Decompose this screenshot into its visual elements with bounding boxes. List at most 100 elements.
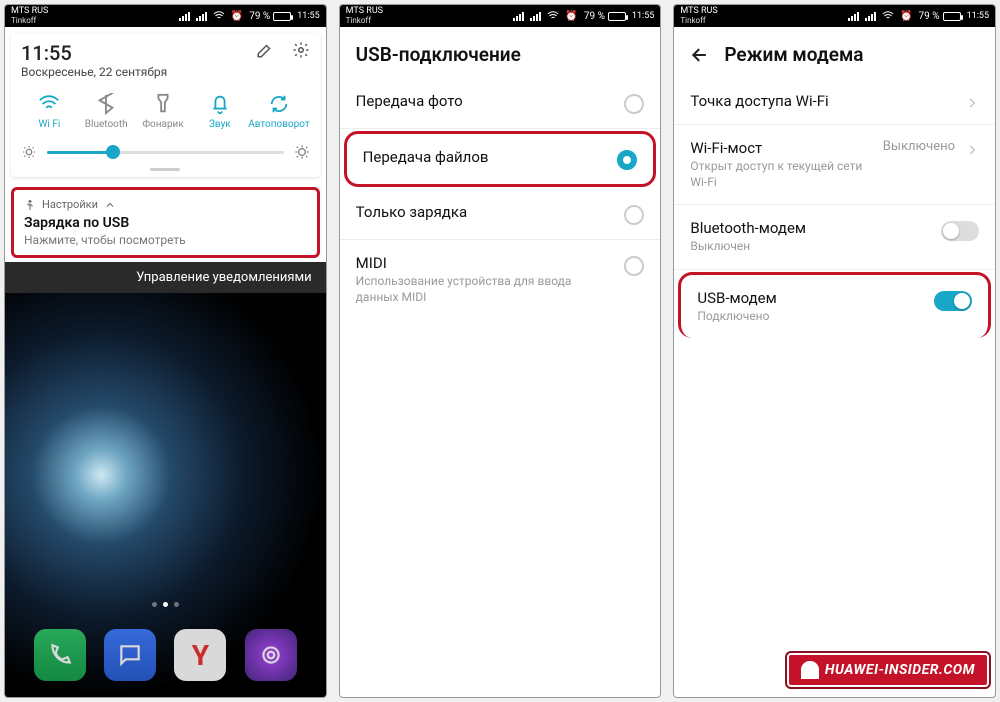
rotate-icon <box>268 93 290 115</box>
signal-icon-2 <box>530 12 541 21</box>
row-sublabel: Открыт доступ к текущей сети Wi-Fi <box>690 159 872 190</box>
signal-icon <box>179 12 190 21</box>
brightness-slider[interactable] <box>47 151 284 154</box>
brightness-slider-row <box>21 144 310 160</box>
notif-title: Зарядка по USB <box>24 215 307 231</box>
row-label: Только зарядка <box>356 203 615 221</box>
row-midi[interactable]: MIDI Использование устройства для ввода … <box>340 240 661 319</box>
chevron-up-icon <box>104 199 116 211</box>
notif-subtitle: Нажмите, чтобы посмотреть <box>24 233 307 247</box>
row-file-transfer[interactable]: Передача файлов <box>344 131 657 187</box>
battery-percent: 79 % <box>249 11 270 22</box>
phone-screen-1: MTS RUS Tinkoff ⏰ 79 % 11:55 11:55 Воскр… <box>4 4 327 698</box>
page-indicator <box>5 602 326 607</box>
camera-app-icon[interactable] <box>245 629 297 681</box>
qs-flashlight-label: Фонарик <box>142 119 183 130</box>
screen-header: USB-подключение <box>340 27 661 78</box>
radio-unchecked[interactable] <box>624 205 644 225</box>
alarm-icon: ⏰ <box>900 11 912 22</box>
qs-wifi[interactable]: Wi Fi <box>21 93 78 130</box>
edit-icon[interactable] <box>256 41 274 59</box>
chevron-right-icon <box>965 143 979 157</box>
page-title: USB-подключение <box>356 43 521 66</box>
row-photo-transfer[interactable]: Передача фото <box>340 78 661 129</box>
row-charge-only[interactable]: Только зарядка <box>340 189 661 240</box>
alarm-icon: ⏰ <box>231 11 243 22</box>
bluetooth-icon <box>95 93 117 115</box>
row-hotspot[interactable]: Точка доступа Wi-Fi <box>674 78 995 125</box>
row-sublabel: Использование устройства для ввода данны… <box>356 274 615 305</box>
wifi-icon <box>213 10 225 22</box>
row-label: Передача фото <box>356 92 615 110</box>
status-bar: MTS RUS Tinkoff ⏰ 79 % 11:55 <box>674 5 995 27</box>
signal-icon <box>513 12 524 21</box>
qs-sound[interactable]: Звук <box>191 93 248 130</box>
quick-settings-panel: 11:55 Воскресенье, 22 сентября Wi Fi Blu… <box>11 33 320 177</box>
huawei-logo-icon <box>801 661 819 679</box>
status-time: 11:55 <box>632 11 654 21</box>
qs-sound-label: Звук <box>209 119 231 130</box>
home-wallpaper: Y <box>5 293 326 697</box>
signal-icon <box>848 12 859 21</box>
signal-icon-2 <box>196 12 207 21</box>
row-label: USB-модем <box>697 289 924 307</box>
qs-wifi-label: Wi Fi <box>39 119 61 130</box>
row-bluetooth-modem[interactable]: Bluetooth-модем Выключен <box>674 205 995 270</box>
toggle-on[interactable] <box>934 291 972 311</box>
carrier-primary: MTS RUS <box>11 7 48 16</box>
battery-indicator: 79 % <box>584 11 626 22</box>
radio-checked[interactable] <box>617 150 637 170</box>
panel-drag-handle[interactable] <box>150 168 180 171</box>
radio-unchecked[interactable] <box>624 256 644 276</box>
screen-header: Режим модема <box>674 27 995 78</box>
row-sublabel: Подключено <box>697 309 924 325</box>
dock: Y <box>5 629 326 681</box>
row-label: Передача файлов <box>363 148 608 166</box>
manage-notifications-link[interactable]: Управление уведомлениями <box>5 262 326 293</box>
bell-icon <box>209 93 231 115</box>
phone-screen-2: MTS RUS Tinkoff ⏰ 79 % 11:55 USB-подключ… <box>339 4 662 698</box>
row-label: Bluetooth-модем <box>690 219 931 237</box>
tether-list: Точка доступа Wi-Fi Wi-Fi-мост Открыт до… <box>674 78 995 340</box>
alarm-icon: ⏰ <box>565 11 577 22</box>
qs-autorotate-label: Автоповорот <box>248 119 309 130</box>
status-time: 11:55 <box>967 11 989 21</box>
status-bar: MTS RUS Tinkoff ⏰ 79 % 11:55 <box>340 5 661 27</box>
watermark-badge: HUAWEI-INSIDER.COM <box>787 653 989 687</box>
panel-clock: 11:55 <box>21 41 167 65</box>
usb-charging-notification[interactable]: Настройки Зарядка по USB Нажмите, чтобы … <box>11 187 320 258</box>
brightness-high-icon <box>294 144 310 160</box>
usb-mode-list: Передача фото Передача файлов Только зар… <box>340 78 661 319</box>
row-wifi-bridge[interactable]: Wi-Fi-мост Открыт доступ к текущей сети … <box>674 125 995 205</box>
row-usb-modem[interactable]: USB-модем Подключено <box>678 272 991 339</box>
watermark-text: HUAWEI-INSIDER.COM <box>825 662 975 678</box>
carrier-secondary: Tinkoff <box>346 16 383 25</box>
row-sublabel: Выключен <box>690 239 931 255</box>
qs-autorotate[interactable]: Автоповорот <box>248 93 309 130</box>
carrier-secondary: Tinkoff <box>11 16 48 25</box>
row-label: MIDI <box>356 254 615 272</box>
panel-date: Воскресенье, 22 сентября <box>21 65 167 79</box>
carrier-primary: MTS RUS <box>680 7 717 16</box>
wifi-icon <box>38 93 60 115</box>
phone-app-icon[interactable] <box>34 629 86 681</box>
battery-indicator: 79 % <box>919 11 961 22</box>
battery-percent: 79 % <box>919 11 940 22</box>
toggle-off[interactable] <box>941 221 979 241</box>
usb-icon <box>24 199 36 211</box>
carrier-secondary: Tinkoff <box>680 16 717 25</box>
qs-bluetooth-label: Bluetooth <box>85 119 128 130</box>
qs-flashlight[interactable]: Фонарик <box>135 93 192 130</box>
chevron-right-icon <box>965 96 979 110</box>
back-arrow-icon[interactable] <box>690 45 710 65</box>
messages-app-icon[interactable] <box>104 629 156 681</box>
battery-percent: 79 % <box>584 11 605 22</box>
notif-app-name: Настройки <box>42 198 98 211</box>
qs-bluetooth[interactable]: Bluetooth <box>78 93 135 130</box>
wifi-icon <box>547 10 559 22</box>
radio-unchecked[interactable] <box>624 94 644 114</box>
settings-gear-icon[interactable] <box>292 41 310 59</box>
yandex-app-icon[interactable]: Y <box>174 629 226 681</box>
row-label: Wi-Fi-мост <box>690 139 872 157</box>
phone-screen-3: MTS RUS Tinkoff ⏰ 79 % 11:55 Режим модем… <box>673 4 996 698</box>
